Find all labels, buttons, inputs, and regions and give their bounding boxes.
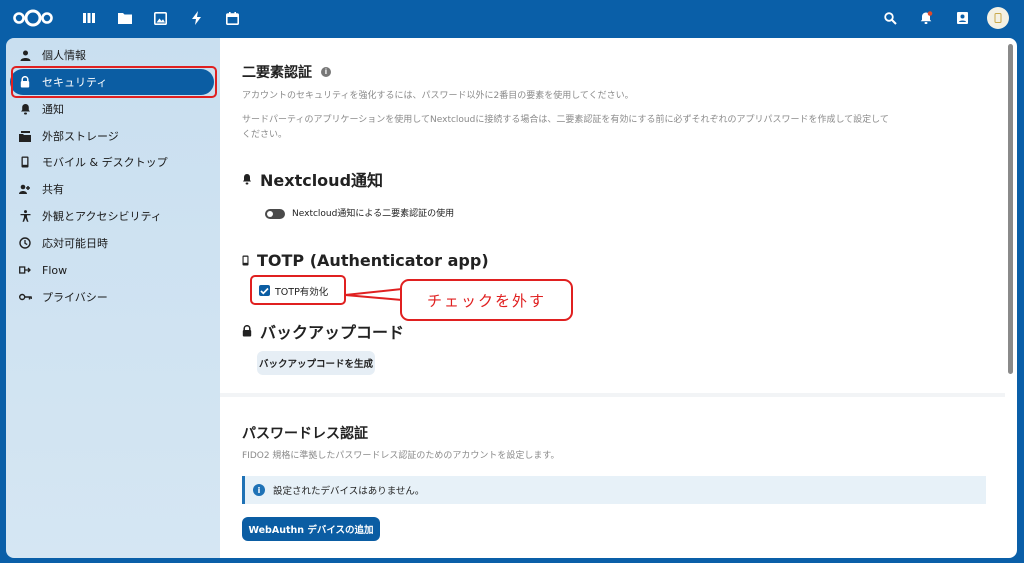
sidebar-item-external-storage[interactable]: 外部ストレージ xyxy=(10,123,214,149)
files-icon[interactable] xyxy=(116,0,134,36)
two-factor-warning-line1: サードパーティのアプリケーションを使用してNextcloudに接続する場合は、二… xyxy=(242,115,889,125)
two-factor-section: 二要素認証 i アカウントのセキュリティを強化するには、パスワード以外に2番目の… xyxy=(220,38,1005,393)
accessibility-icon xyxy=(18,210,32,222)
callout-pointer xyxy=(345,288,403,301)
nextcloud-logo[interactable] xyxy=(10,0,56,36)
two-factor-desc: アカウントのセキュリティを強化するには、パスワード以外に2番目の要素を使用してく… xyxy=(242,91,634,101)
flow-icon xyxy=(18,265,32,275)
passwordless-title: パスワードレス認証 xyxy=(242,426,368,442)
totp-checkbox[interactable] xyxy=(259,285,270,296)
contacts-icon[interactable] xyxy=(951,0,973,36)
dashboard-icon[interactable] xyxy=(80,0,98,36)
sidebar-item-appearance[interactable]: 外観とアクセシビリティ xyxy=(10,203,214,229)
bell-icon xyxy=(18,103,32,115)
activity-icon[interactable] xyxy=(187,0,205,36)
info-icon[interactable]: i xyxy=(321,67,331,77)
sidebar-item-personal-info[interactable]: 個人情報 xyxy=(10,42,214,68)
sidebar-item-sharing[interactable]: 共有 xyxy=(10,176,214,202)
sidebar-item-notifications[interactable]: 通知 xyxy=(10,96,214,122)
clock-icon xyxy=(18,237,32,249)
storage-icon xyxy=(18,130,32,142)
nextcloud-notify-heading: Nextcloud通知 xyxy=(242,167,383,191)
phone-icon xyxy=(242,255,249,266)
sidebar-item-label: 応対可能日時 xyxy=(42,237,108,250)
key-icon xyxy=(18,293,32,301)
sidebar-item-label: Flow xyxy=(42,263,68,277)
main-content: 二要素認証 i アカウントのセキュリティを強化するには、パスワード以外に2番目の… xyxy=(220,38,1017,558)
person-icon xyxy=(18,50,32,61)
sidebar-item-label: 外部ストレージ xyxy=(42,130,119,143)
sidebar-item-privacy[interactable]: プライバシー xyxy=(10,284,214,310)
two-factor-warning-line2: ください。 xyxy=(242,130,288,140)
two-factor-title: 二要素認証 xyxy=(242,65,312,81)
sidebar-item-mobile-desktop[interactable]: モバイル & デスクトップ xyxy=(10,149,214,175)
sidebar-item-flow[interactable]: Flow xyxy=(10,257,214,283)
notifications-icon[interactable] xyxy=(916,0,936,36)
sidebar-item-label: 外観とアクセシビリティ xyxy=(42,210,162,223)
highlight-security xyxy=(11,66,217,98)
bell-slash-icon xyxy=(242,173,252,185)
totp-heading: TOTP (Authenticator app) xyxy=(242,251,489,270)
info-icon: i xyxy=(253,484,265,496)
two-factor-heading: 二要素認証 i xyxy=(242,62,331,82)
sidebar-item-label: モバイル & デスクトップ xyxy=(42,156,168,169)
share-icon xyxy=(18,184,32,194)
backup-title: バックアップコード xyxy=(260,323,405,342)
sidebar-item-label: 共有 xyxy=(42,183,64,196)
phone-icon xyxy=(18,156,32,168)
backup-heading: バックアップコード xyxy=(242,319,404,343)
search-icon[interactable] xyxy=(880,0,900,36)
add-webauthn-device-button[interactable]: WebAuthn デバイスの追加 xyxy=(242,517,380,541)
nextcloud-notify-toggle-label: Nextcloud通知による二要素認証の使用 xyxy=(292,209,455,219)
avatar[interactable] xyxy=(986,0,1010,36)
photos-icon[interactable] xyxy=(151,0,169,36)
sidebar-item-availability[interactable]: 応対可能日時 xyxy=(10,230,214,256)
totp-title: TOTP (Authenticator app) xyxy=(257,251,489,270)
scrollbar[interactable] xyxy=(1008,44,1013,374)
no-devices-notice: i 設定されたデバイスはありません。 xyxy=(242,476,986,504)
top-bar xyxy=(0,0,1024,36)
settings-sidebar: 個人情報 セキュリティ 通知 外部ストレージ モバイル & デスクトップ 共有 … xyxy=(6,38,220,558)
avatar-circle xyxy=(987,7,1009,29)
no-devices-text: 設定されたデバイスはありません。 xyxy=(273,486,425,497)
generate-backup-codes-button[interactable]: バックアップコードを生成 xyxy=(257,351,375,375)
nextcloud-notify-toggle[interactable] xyxy=(265,209,285,219)
section-divider xyxy=(220,393,1005,397)
sidebar-item-label: 通知 xyxy=(42,103,64,116)
passwordless-desc: FIDO2 規格に準拠したパスワードレス認証のためのアカウントを設定します。 xyxy=(242,451,560,461)
totp-checkbox-label[interactable]: TOTP有効化 xyxy=(275,284,328,298)
calendar-icon[interactable] xyxy=(223,0,241,36)
annotation-callout: チェックを外す xyxy=(400,279,573,321)
sidebar-item-label: 個人情報 xyxy=(42,49,86,62)
nextcloud-notify-title: Nextcloud通知 xyxy=(260,171,384,190)
sidebar-item-label: プライバシー xyxy=(42,291,108,304)
lock-icon xyxy=(242,325,252,337)
